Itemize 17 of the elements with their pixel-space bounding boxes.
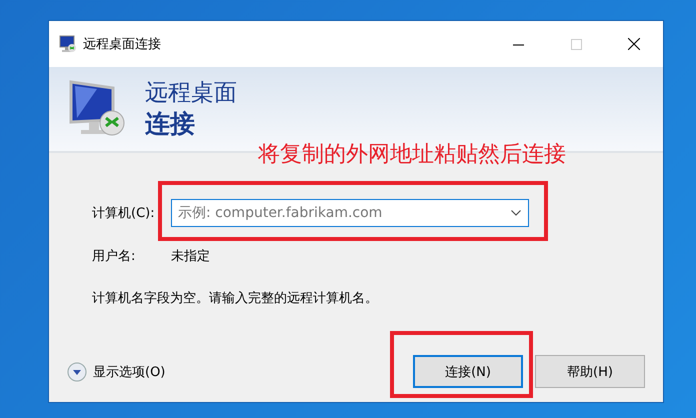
computer-combobox[interactable]: 示例: computer.fabrikam.com <box>171 199 529 227</box>
computer-label: 计算机(C): <box>92 205 156 222</box>
show-options-toggle[interactable]: 显示选项(O) <box>67 362 166 382</box>
username-value: 未指定 <box>171 248 211 265</box>
status-message: 计算机名字段为空。请输入完整的远程计算机名。 <box>92 290 379 307</box>
monitor-icon <box>59 35 77 53</box>
username-label: 用户名: <box>92 248 136 265</box>
close-icon <box>628 38 640 50</box>
window-title: 远程桌面连接 <box>83 36 162 53</box>
chevron-down-icon <box>511 210 521 216</box>
expand-icon <box>67 362 87 382</box>
connect-button[interactable]: 连接(N) <box>413 355 523 388</box>
banner-title: 远程桌面 <box>145 79 237 108</box>
banner-subtitle: 连接 <box>145 108 196 140</box>
help-button[interactable]: 帮助(H) <box>535 355 645 388</box>
maximize-icon <box>570 38 582 50</box>
annotation-note: 将复制的外网地址粘贴然后连接 <box>258 141 566 169</box>
